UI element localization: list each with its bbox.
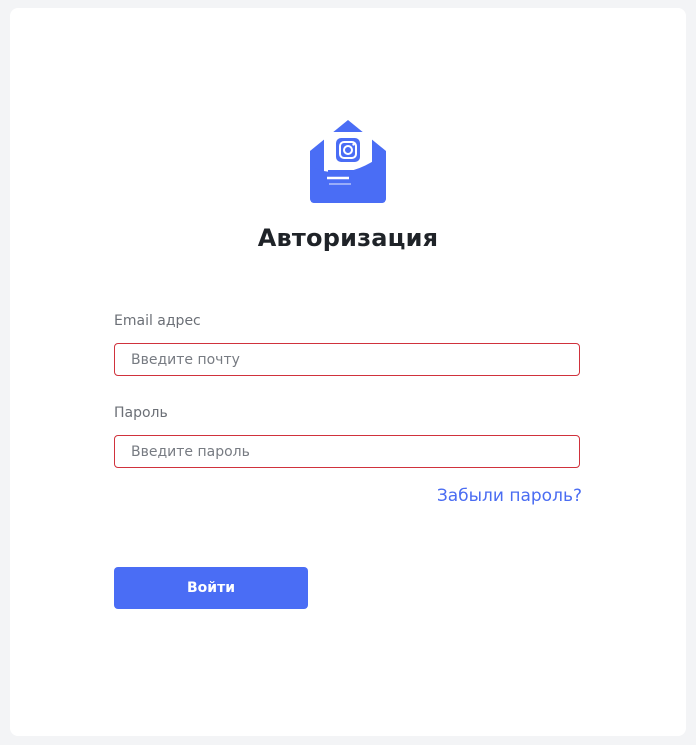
envelope-instagram-icon — [310, 120, 386, 203]
forgot-password-link[interactable]: Забыли пароль? — [437, 486, 582, 506]
email-label: Email адрес — [114, 313, 201, 329]
page-title: Авторизация — [257, 224, 439, 252]
login-card: Авторизация Email адрес Пароль Забыли па… — [10, 8, 686, 736]
email-input[interactable] — [114, 343, 580, 376]
login-button[interactable]: Войти — [114, 567, 308, 609]
password-label: Пароль — [114, 405, 168, 421]
password-input[interactable] — [114, 435, 580, 468]
